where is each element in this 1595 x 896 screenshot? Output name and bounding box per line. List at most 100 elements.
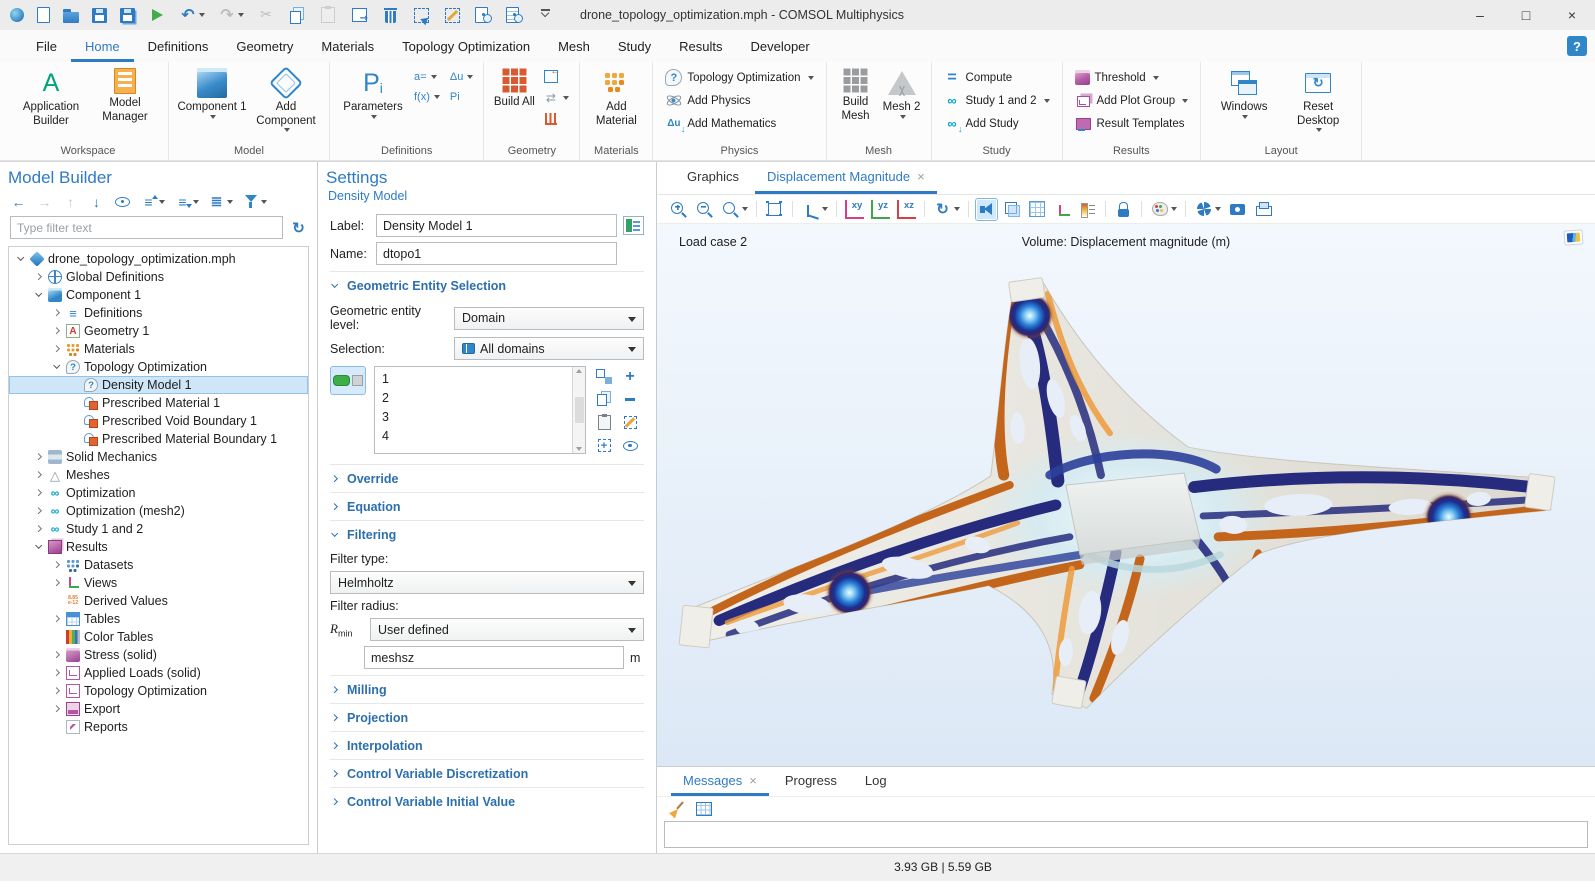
- view-log-icon[interactable]: [505, 6, 523, 24]
- view-yz-icon[interactable]: yz: [871, 200, 890, 219]
- tree-chevron-icon[interactable]: [51, 704, 62, 715]
- remove-from-selection-icon[interactable]: [620, 389, 644, 410]
- tree-item[interactable]: Global Definitions: [9, 268, 308, 286]
- zoom-out-icon[interactable]: [695, 200, 714, 219]
- build-all-button[interactable]: Build All: [491, 65, 537, 113]
- settings-section-header[interactable]: Equation: [330, 492, 644, 520]
- tree-chevron-icon[interactable]: [51, 632, 62, 643]
- tree-item[interactable]: Prescribed Material Boundary 1: [9, 430, 308, 448]
- selection-list-item[interactable]: 1: [375, 369, 572, 388]
- comsol-logo-icon[interactable]: [10, 8, 24, 22]
- build-mesh-button[interactable]: Build Mesh: [834, 65, 878, 126]
- tree-chevron-icon[interactable]: [69, 434, 80, 445]
- menu-tab[interactable]: Definitions: [134, 30, 223, 62]
- physics-interface-button[interactable]: Topology Optimization: [660, 67, 818, 88]
- move-up-icon[interactable]: [62, 193, 79, 210]
- parameter-case-button[interactable]: Pi: [447, 87, 476, 106]
- tree-item[interactable]: Meshes: [9, 466, 308, 484]
- help-button[interactable]: ?: [1567, 36, 1587, 56]
- selection-select[interactable]: All domains: [454, 337, 644, 360]
- clear-selection-icon[interactable]: [443, 6, 461, 24]
- copy-icon[interactable]: [288, 6, 306, 24]
- model-tree-node-text-icon[interactable]: [208, 193, 233, 210]
- tree-item[interactable]: Optimization: [9, 484, 308, 502]
- cut-icon[interactable]: [257, 6, 275, 24]
- tree-chevron-icon[interactable]: [51, 650, 62, 661]
- close-tab-icon[interactable]: ×: [749, 773, 757, 788]
- panel-menu-icon[interactable]: [598, 172, 610, 184]
- scene-light-icon[interactable]: [977, 200, 996, 219]
- tree-item[interactable]: Tables: [9, 610, 308, 628]
- save-icon[interactable]: [92, 8, 107, 23]
- tree-item[interactable]: Density Model 1: [9, 376, 308, 394]
- menu-tab[interactable]: Topology Optimization: [388, 30, 544, 62]
- graphics-tab[interactable]: Displacement Magnitude×: [755, 162, 937, 194]
- tree-item[interactable]: Datasets: [9, 556, 308, 574]
- zoom-extents-icon[interactable]: [765, 200, 784, 219]
- pin-panel-icon[interactable]: [636, 172, 648, 184]
- menu-tab[interactable]: Home: [71, 30, 134, 62]
- filter-type-select[interactable]: Helmholtz: [330, 571, 644, 594]
- tree-item[interactable]: drone_topology_optimization.mph: [9, 250, 308, 268]
- clear-messages-icon[interactable]: [669, 800, 687, 818]
- zoom-to-selection-icon[interactable]: [594, 435, 618, 456]
- tree-item[interactable]: Topology Optimization: [9, 682, 308, 700]
- livelink-sync-icon[interactable]: [539, 88, 572, 107]
- tree-chevron-icon[interactable]: [33, 290, 44, 301]
- settings-section-header[interactable]: Control Variable Initial Value: [330, 787, 644, 815]
- tree-item[interactable]: Study 1 and 2: [9, 520, 308, 538]
- tree-chevron-icon[interactable]: [51, 686, 62, 697]
- float-panel-icon[interactable]: [617, 172, 629, 184]
- compute-button[interactable]: Compute: [939, 67, 1055, 88]
- selection-list-item[interactable]: 4: [375, 426, 572, 445]
- menu-tab[interactable]: Materials: [307, 30, 388, 62]
- tree-item[interactable]: Topology Optimization: [9, 358, 308, 376]
- import-geometry-icon[interactable]: [539, 67, 572, 86]
- section-geometric-entity-selection[interactable]: Geometric Entity Selection: [330, 271, 644, 299]
- tree-chevron-icon[interactable]: [51, 614, 62, 625]
- menu-tab[interactable]: Study: [604, 30, 665, 62]
- tree-item[interactable]: Export: [9, 700, 308, 718]
- view-xz-icon[interactable]: xz: [897, 200, 916, 219]
- tree-chevron-icon[interactable]: [51, 578, 62, 589]
- tree-item[interactable]: Prescribed Material 1: [9, 394, 308, 412]
- update-plot-icon[interactable]: [1194, 200, 1221, 219]
- menu-tab[interactable]: File: [22, 30, 71, 62]
- add-to-selection-icon[interactable]: [620, 366, 644, 387]
- windows-button[interactable]: Windows: [1208, 65, 1280, 122]
- move-down-icon[interactable]: [88, 193, 105, 210]
- name-field[interactable]: [376, 242, 617, 265]
- filter-radius-input[interactable]: [364, 646, 624, 669]
- messages-output[interactable]: [664, 821, 1588, 848]
- settings-section-header[interactable]: Milling: [330, 675, 644, 703]
- tree-item[interactable]: Component 1: [9, 286, 308, 304]
- tree-chevron-icon[interactable]: [51, 308, 62, 319]
- component-1-button[interactable]: Component 1: [176, 65, 248, 122]
- clear-selection-icon[interactable]: [620, 412, 644, 433]
- tree-chevron-icon[interactable]: [51, 560, 62, 571]
- deactivate-selection-icon[interactable]: [620, 435, 644, 456]
- label-field[interactable]: [376, 214, 617, 237]
- paste-icon[interactable]: [319, 6, 337, 24]
- orientation-axes-icon[interactable]: [1052, 200, 1071, 219]
- section-filtering[interactable]: Filtering: [330, 520, 644, 548]
- entity-level-select[interactable]: Domain: [454, 307, 644, 330]
- float-panel-icon[interactable]: [278, 172, 290, 184]
- result-templates-button[interactable]: Result Templates: [1070, 113, 1194, 134]
- minimize-button[interactable]: –: [1457, 0, 1503, 30]
- save-as-icon[interactable]: [120, 8, 135, 23]
- tree-item[interactable]: Geometry 1: [9, 322, 308, 340]
- tree-chevron-icon[interactable]: [33, 506, 44, 517]
- panel-menu-icon[interactable]: [1535, 776, 1547, 788]
- copy-text-icon[interactable]: [695, 800, 713, 818]
- tree-item[interactable]: Optimization (mesh2): [9, 502, 308, 520]
- duplicate-icon[interactable]: [350, 6, 368, 24]
- maximize-button[interactable]: □: [1503, 0, 1549, 30]
- tree-item[interactable]: Prescribed Void Boundary 1: [9, 412, 308, 430]
- tree-item[interactable]: Results: [9, 538, 308, 556]
- show-icon[interactable]: [114, 193, 131, 210]
- undo-icon[interactable]: [179, 6, 205, 24]
- tree-chevron-icon[interactable]: [69, 380, 80, 391]
- functions-button[interactable]: f(x): [411, 87, 443, 106]
- tree-item[interactable]: Applied Loads (solid): [9, 664, 308, 682]
